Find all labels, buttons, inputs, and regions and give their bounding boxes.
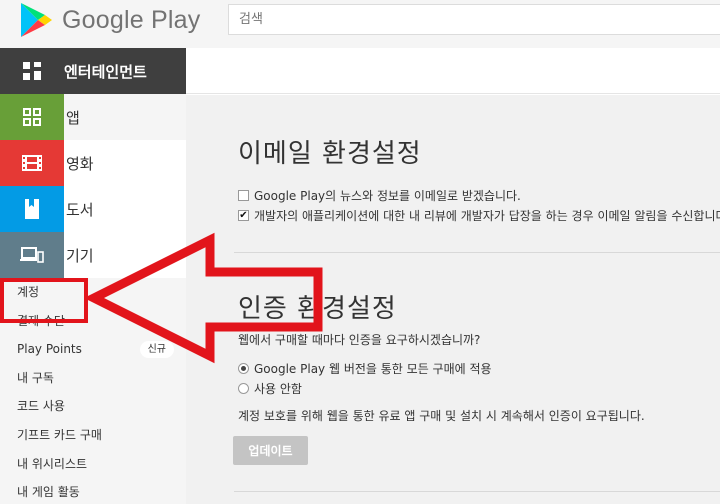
section-divider	[234, 252, 720, 253]
movies-tile	[0, 140, 64, 186]
nav-item-books[interactable]: 도서	[0, 186, 186, 232]
review-reply-checkbox[interactable]: ✔	[238, 210, 249, 221]
auth-all-purchases-radio[interactable]	[238, 363, 249, 374]
film-icon	[22, 155, 42, 171]
auth-settings-title: 인증 환경설정	[238, 294, 397, 324]
apps-tile	[0, 94, 64, 140]
auth-question: 웹에서 구매할 때마다 인증을 요구하시겠습니까?	[238, 333, 481, 347]
auth-all-purchases-label: Google Play 웹 버전을 통한 모든 구매에 적용	[254, 362, 492, 376]
google-play-logo[interactable]: Google Play	[18, 0, 200, 40]
nav-label-devices: 기기	[66, 246, 94, 265]
settings-panel: 이메일 환경설정 Google Play의 뉴스와 정보를 이메일로 받겠습니다…	[186, 95, 720, 504]
play-points-label: Play Points	[17, 342, 82, 357]
link-buy-gift-card[interactable]: 기프트 카드 구매	[0, 421, 186, 450]
apps-icon	[23, 108, 41, 126]
link-redeem-code[interactable]: 코드 사용	[0, 392, 186, 421]
auth-never-radio[interactable]	[238, 383, 249, 394]
auth-all-purchases-option[interactable]: Google Play 웹 버전을 통한 모든 구매에 적용	[238, 360, 492, 377]
auth-note: 계정 보호를 위해 웹을 통한 유료 앱 구매 및 설치 시 계속해서 인증이 …	[238, 409, 645, 423]
link-my-subscriptions[interactable]: 내 구독	[0, 364, 186, 393]
book-icon	[25, 199, 39, 219]
link-play-points[interactable]: Play Points 신규	[0, 335, 186, 364]
auth-never-option[interactable]: 사용 안함	[238, 380, 302, 397]
nav-label-books: 도서	[66, 200, 94, 219]
play-triangle-icon	[21, 3, 52, 37]
section-divider-bottom	[234, 491, 720, 492]
nav-label-apps: 앱	[66, 108, 80, 127]
search-input[interactable]	[228, 4, 720, 35]
auth-never-label: 사용 안함	[254, 382, 302, 396]
review-reply-label: 개발자의 애플리케이션에 대한 내 리뷰에 개발자가 답장을 하는 경우 이메일…	[254, 209, 720, 223]
nav-item-devices[interactable]: 기기	[0, 232, 186, 278]
nav-item-apps[interactable]: 앱	[0, 94, 186, 140]
highlight-box-annotation	[0, 278, 88, 323]
link-wishlist[interactable]: 내 위시리스트	[0, 450, 186, 479]
email-settings-title: 이메일 환경설정	[238, 139, 422, 169]
books-tile	[0, 186, 64, 232]
new-badge: 신규	[139, 341, 174, 359]
email-news-checkbox[interactable]	[238, 190, 249, 201]
link-game-activity[interactable]: 내 게임 활동	[0, 478, 186, 504]
devices-tile	[0, 232, 64, 278]
review-reply-option[interactable]: ✔ 개발자의 애플리케이션에 대한 내 리뷰에 개발자가 답장을 하는 경우 이…	[238, 207, 720, 224]
devices-icon	[20, 247, 44, 263]
top-bar: Google Play	[0, 0, 720, 48]
category-bar: 엔터테인먼트	[0, 48, 720, 94]
nav-label-movies: 영화	[66, 154, 94, 173]
category-entertainment[interactable]: 엔터테인먼트	[0, 48, 186, 94]
category-label: 엔터테인먼트	[64, 62, 147, 81]
brand-name: Google Play	[62, 5, 201, 34]
apps-grid-icon	[23, 62, 41, 80]
update-button[interactable]: 업데이트	[233, 436, 308, 465]
nav-item-movies[interactable]: 영화	[0, 140, 186, 186]
email-news-label: Google Play의 뉴스와 정보를 이메일로 받겠습니다.	[254, 189, 521, 203]
email-news-option[interactable]: Google Play의 뉴스와 정보를 이메일로 받겠습니다.	[238, 187, 521, 204]
